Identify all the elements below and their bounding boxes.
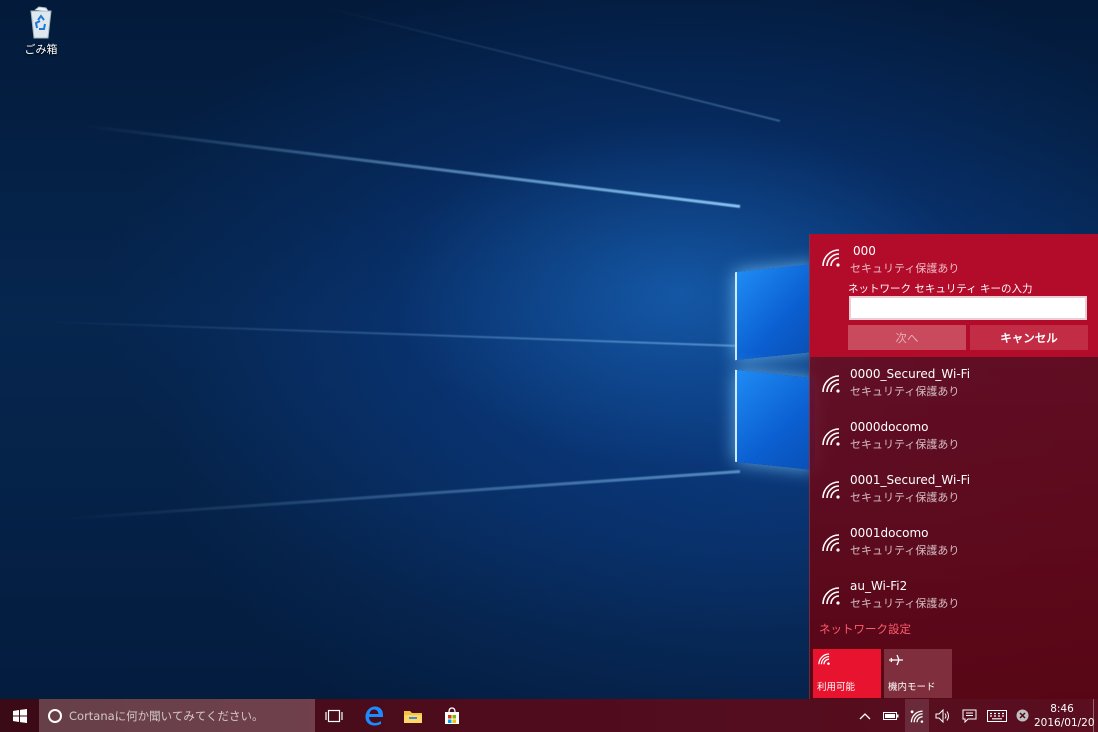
keyboard-icon: [987, 709, 1007, 722]
volume-button[interactable]: [932, 699, 954, 732]
network-status: セキュリティ保護あり: [850, 597, 960, 610]
network-ssid: 0000_Secured_Wi-Fi: [850, 367, 971, 381]
clock-date: 2016/01/20: [1034, 717, 1095, 729]
quick-action-label: 機内モード: [888, 682, 936, 693]
file-explorer-button[interactable]: [396, 699, 430, 732]
network-status: セキュリティ保護あり: [850, 385, 960, 398]
network-icon: [910, 709, 924, 723]
network-status: セキュリティ保護あり: [850, 438, 960, 451]
show-hidden-icons-button[interactable]: [856, 699, 874, 732]
network-ssid: 0001_Secured_Wi-Fi: [850, 473, 971, 487]
wifi-icon: [818, 653, 830, 665]
wifi-signal-icon: [822, 587, 840, 605]
file-explorer-icon: [404, 710, 422, 723]
close-circle-icon: [1016, 709, 1028, 722]
network-ssid: 0000docomo: [850, 420, 929, 434]
battery-button[interactable]: [880, 699, 902, 732]
light-beam: [61, 470, 741, 521]
network-ssid: au_Wi-Fi2: [850, 579, 908, 593]
wifi-signal-icon: [822, 481, 840, 499]
quick-action-wifi[interactable]: 利用可能: [813, 649, 881, 698]
network-ssid: 000: [853, 244, 876, 258]
taskbar-clock[interactable]: 8:46 2016/01/20: [1034, 702, 1095, 730]
network-ssid: 0001docomo: [850, 526, 929, 540]
cancel-button[interactable]: キャンセル: [970, 325, 1088, 350]
task-view-button[interactable]: [318, 699, 350, 732]
wifi-signal-icon: [822, 249, 840, 267]
recycle-bin-icon: [30, 6, 52, 39]
light-beam: [84, 124, 741, 208]
show-desktop-button[interactable]: [1093, 699, 1098, 732]
windows-icon: [12, 708, 27, 723]
logo-pane-bottom: [735, 369, 815, 471]
cortana-icon: [48, 708, 62, 723]
network-status: セキュリティ保護あり: [850, 544, 960, 557]
network-tray-button[interactable]: [905, 699, 929, 732]
task-view-icon: [325, 709, 343, 722]
security-key-label: ネットワーク セキュリティ キーの入力: [848, 283, 1033, 295]
network-status: セキュリティ保護あり: [850, 491, 960, 504]
wifi-signal-icon: [822, 375, 840, 393]
store-icon: [445, 706, 459, 724]
chevron-up-icon: [859, 712, 871, 719]
airplane-icon: [889, 654, 903, 666]
edge-button[interactable]: [357, 699, 391, 732]
network-item[interactable]: 0001_Secured_Wi-Fi セキュリティ保護あり: [810, 467, 1098, 520]
next-button[interactable]: 次へ: [848, 325, 966, 350]
store-button[interactable]: [435, 699, 469, 732]
recycle-bin-label: ごみ箱: [24, 43, 58, 56]
network-settings-link[interactable]: ネットワーク設定: [819, 621, 911, 637]
clock-time: 8:46: [1050, 703, 1074, 715]
security-key-input[interactable]: [849, 296, 1087, 320]
cortana-search-box[interactable]: Cortanaに何か聞いてみてください。: [39, 699, 315, 732]
volume-icon: [935, 708, 949, 723]
edge-icon: [365, 706, 383, 725]
logo-pane-top: [735, 263, 815, 361]
quick-action-label: 利用可能: [817, 682, 856, 693]
network-item[interactable]: 0000docomo セキュリティ保護あり: [810, 414, 1098, 467]
network-item[interactable]: 0000_Secured_Wi-Fi セキュリティ保護あり: [810, 361, 1098, 414]
action-center-icon: [962, 709, 976, 723]
network-status: セキュリティ保護あり: [850, 262, 960, 275]
quick-action-airplane-mode[interactable]: 機内モード: [884, 649, 952, 698]
network-item-selected[interactable]: 000 セキュリティ保護あり ネットワーク セキュリティ キーの入力 次へ キャ…: [810, 234, 1098, 357]
wifi-signal-icon: [822, 428, 840, 446]
wifi-signal-icon: [822, 534, 840, 552]
start-button[interactable]: [0, 699, 39, 732]
battery-icon: [883, 711, 899, 720]
action-center-button[interactable]: [958, 699, 980, 732]
light-beam: [40, 320, 741, 347]
touch-keyboard-button[interactable]: [985, 699, 1009, 732]
network-item[interactable]: 0001docomo セキュリティ保護あり: [810, 520, 1098, 573]
close-circle-button[interactable]: [1013, 699, 1031, 732]
network-item[interactable]: au_Wi-Fi2 セキュリティ保護あり: [810, 573, 1098, 626]
search-placeholder: Cortanaに何か聞いてみてください。: [69, 708, 264, 723]
light-beam: [314, 3, 781, 122]
desktop-icon-recycle-bin[interactable]: ごみ箱: [16, 4, 66, 57]
network-flyout: 000 セキュリティ保護あり ネットワーク セキュリティ キーの入力 次へ キャ…: [809, 234, 1098, 699]
taskbar: Cortanaに何か聞いてみてください。 8:46 2016/01/20: [0, 699, 1098, 732]
